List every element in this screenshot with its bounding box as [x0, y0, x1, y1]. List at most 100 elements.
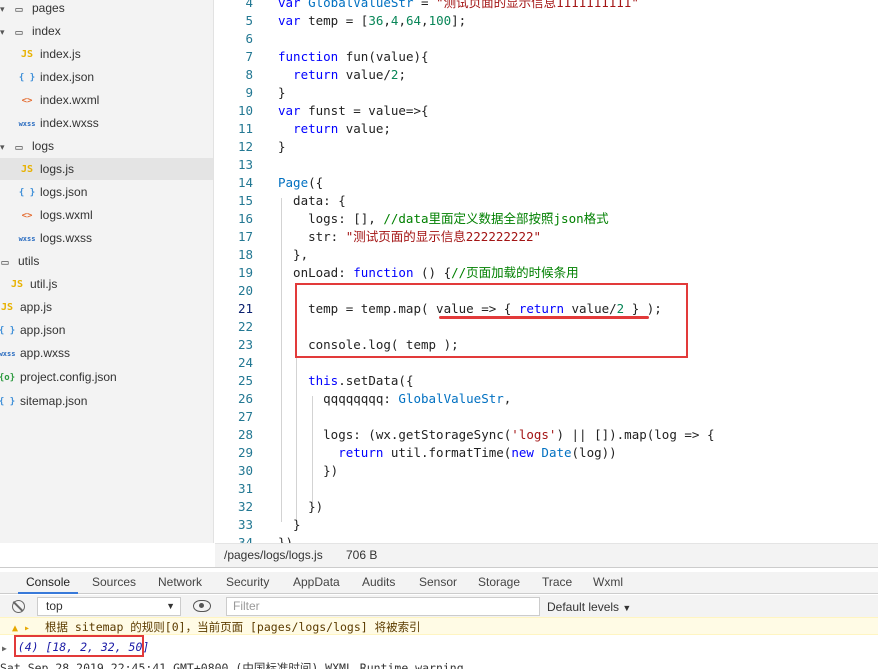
- line-number: 6: [245, 31, 253, 46]
- code-text: }: [278, 85, 286, 100]
- wxss-file-icon: wxss: [18, 119, 36, 128]
- code-line[interactable]: 9}: [215, 84, 878, 102]
- code-text: }): [278, 535, 294, 543]
- code-line[interactable]: 12}: [215, 138, 878, 156]
- line-number: 13: [237, 157, 253, 172]
- code-line[interactable]: 31: [215, 480, 878, 498]
- tree-file-index-js[interactable]: JS index.js: [18, 43, 81, 65]
- annotation-box-code: [295, 283, 688, 358]
- line-number: 20: [237, 283, 253, 298]
- code-text: return value/2;: [293, 67, 406, 82]
- clear-console-icon[interactable]: [12, 600, 25, 613]
- tab-storage[interactable]: Storage: [478, 572, 520, 594]
- line-number: 10: [237, 103, 253, 118]
- tab-network[interactable]: Network: [158, 572, 202, 594]
- code-line[interactable]: 6: [215, 30, 878, 48]
- tab-security[interactable]: Security: [226, 572, 269, 594]
- code-line[interactable]: 26 qqqqqqqq: GlobalValueStr,: [215, 390, 878, 408]
- code-text: }): [278, 463, 339, 478]
- code-text: onLoad: function () {//页面加载的时候条用: [278, 265, 579, 280]
- file-path: /pages/logs/logs.js: [224, 548, 323, 562]
- code-line[interactable]: 32 }): [215, 498, 878, 516]
- code-line[interactable]: 11 return value;: [215, 120, 878, 138]
- code-line[interactable]: 29 return util.formatTime(new Date(log)): [215, 444, 878, 462]
- context-select[interactable]: top ▼: [37, 597, 181, 616]
- tree-file-app-wxss[interactable]: wxss app.wxss: [0, 342, 70, 364]
- code-line[interactable]: 4 var GlobalValueStr = "测试页面的显示信息11111111…: [215, 0, 878, 12]
- folder-icon: ▭: [1, 254, 9, 269]
- tree-file-logs-wxml[interactable]: <> logs.wxml: [18, 204, 93, 226]
- annotation-underline: [439, 316, 649, 319]
- tab-sources[interactable]: Sources: [92, 572, 136, 594]
- devtools-panel: Console Sources Network Security AppData…: [0, 567, 878, 669]
- tree-folder-logs[interactable]: ▾ ▭ logs: [0, 135, 54, 157]
- console-toolbar: top ▼ Filter Default levels ▼: [0, 595, 878, 619]
- json-file-icon: { }: [18, 187, 36, 198]
- code-line[interactable]: 28 logs: (wx.getStorageSync('logs') || […: [215, 426, 878, 444]
- eye-icon[interactable]: [193, 600, 211, 612]
- warning-icon: ▲ ▸: [12, 623, 31, 634]
- code-text: Page({: [278, 175, 324, 190]
- tree-file-logs-js[interactable]: JS logs.js: [0, 158, 213, 180]
- tab-wxml[interactable]: Wxml: [593, 572, 623, 594]
- tree-file-sitemap-json[interactable]: { } sitemap.json: [0, 390, 87, 412]
- tree-folder-utils[interactable]: ▾▭utils: [0, 250, 39, 272]
- tree-file-app-json[interactable]: { } app.json: [0, 319, 65, 341]
- code-line[interactable]: 27: [215, 408, 878, 426]
- tree-file-index-wxml[interactable]: <> index.wxml: [18, 89, 100, 111]
- line-number: 5: [245, 13, 253, 28]
- expand-arrow-icon[interactable]: ▶: [2, 644, 7, 653]
- code-line[interactable]: 8 return value/2;: [215, 66, 878, 84]
- code-line[interactable]: 15 data: {: [215, 192, 878, 210]
- config-file-icon: {o}: [0, 372, 16, 383]
- code-line[interactable]: 7 function fun(value){: [215, 48, 878, 66]
- tree-file-logs-json[interactable]: { } logs.json: [18, 181, 88, 203]
- wxml-file-icon: <>: [21, 210, 33, 221]
- line-number: 30: [237, 463, 253, 478]
- json-file-icon: { }: [0, 396, 16, 407]
- file-size: 706 B: [346, 548, 378, 562]
- js-file-icon: JS: [10, 278, 24, 290]
- code-line[interactable]: 19 onLoad: function () {//页面加载的时候条用: [215, 264, 878, 282]
- dropdown-caret-icon: ▼: [166, 601, 175, 611]
- file-explorer: ▾ ▭ pages ▾ ▭ index JS index.js { } index.json…: [0, 0, 214, 543]
- tree-folder-index[interactable]: ▾ ▭ index: [0, 20, 61, 42]
- code-line[interactable]: 18 },: [215, 246, 878, 264]
- tree-folder-pages[interactable]: ▾ ▭ pages: [0, 0, 65, 19]
- code-line[interactable]: 10 var funst = value=>{: [215, 102, 878, 120]
- code-line[interactable]: 17 str: "测试页面的显示信息222222222": [215, 228, 878, 246]
- tree-file-app-js[interactable]: JS app.js: [0, 296, 52, 318]
- code-text: var GlobalValueStr = "测试页面的显示信息111111111…: [278, 0, 639, 10]
- tab-trace[interactable]: Trace: [542, 572, 572, 594]
- line-number: 21: [237, 301, 253, 316]
- line-number: 32: [237, 499, 253, 514]
- code-line[interactable]: 14 Page({: [215, 174, 878, 192]
- tree-file-index-json[interactable]: { } index.json: [18, 66, 94, 88]
- line-number: 31: [237, 481, 253, 496]
- filter-input[interactable]: Filter: [226, 597, 540, 616]
- tab-console[interactable]: Console: [18, 572, 79, 594]
- tab-sensor[interactable]: Sensor: [419, 572, 457, 594]
- js-file-icon: JS: [0, 301, 14, 313]
- code-line[interactable]: 13: [215, 156, 878, 174]
- code-line[interactable]: 33 }: [215, 516, 878, 534]
- code-text: return util.formatTime(new Date(log)): [338, 445, 617, 460]
- tab-audits[interactable]: Audits: [362, 572, 395, 594]
- code-text: var temp = [36,4,64,100];: [278, 13, 467, 28]
- code-line[interactable]: 34}): [215, 534, 878, 543]
- tree-file-util-js[interactable]: JS util.js: [8, 273, 57, 295]
- tree-file-project-config[interactable]: {o} project.config.json: [0, 366, 117, 388]
- code-line[interactable]: 16 logs: [], //data里面定义数据全部按照json格式: [215, 210, 878, 228]
- code-line[interactable]: 30 }): [215, 462, 878, 480]
- levels-dropdown[interactable]: Default levels ▼: [547, 595, 631, 619]
- tree-file-logs-wxss[interactable]: wxss logs.wxss: [18, 227, 92, 249]
- tab-appdata[interactable]: AppData: [293, 572, 340, 594]
- line-number: 7: [245, 49, 253, 64]
- code-editor[interactable]: 4 var GlobalValueStr = "测试页面的显示信息11111111…: [215, 0, 878, 543]
- wxss-file-icon: wxss: [0, 349, 16, 358]
- folder-icon: ▭: [15, 139, 23, 154]
- code-line[interactable]: 5 var temp = [36,4,64,100];: [215, 12, 878, 30]
- tree-file-index-wxss[interactable]: wxss index.wxss: [18, 112, 99, 134]
- code-line[interactable]: 25 this.setData({: [215, 372, 878, 390]
- console-message: Sat Sep 28 2019 22:45:41 GMT+0800 (中国标准时…: [0, 661, 464, 669]
